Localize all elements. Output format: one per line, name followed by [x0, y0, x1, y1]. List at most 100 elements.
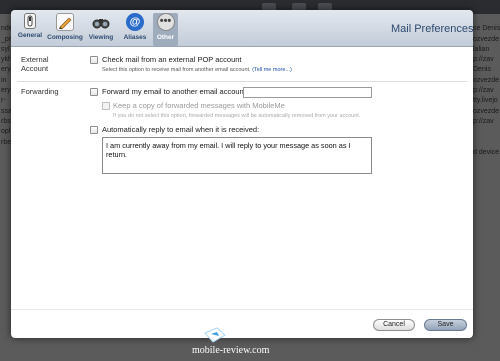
bg-right-row	[473, 210, 500, 220]
ellipsis-icon: •••	[156, 13, 175, 31]
bg-left-row	[0, 189, 11, 199]
cancel-button[interactable]: Cancel	[373, 319, 415, 331]
keep-copy-label: Keep a copy of forwarded messages with M…	[113, 101, 285, 110]
bg-right-row	[473, 323, 500, 333]
background-right-column: se Denis ozvezde lalian p://zav Denis ozvezde…	[473, 14, 500, 361]
auto-reply-textarea[interactable]: I am currently away from my email. I wil…	[102, 137, 372, 174]
external-pop-checkbox[interactable]	[90, 56, 98, 64]
bg-left-row	[0, 220, 11, 230]
bg-right-row	[473, 189, 500, 199]
external-pop-label: Check mail from an external POP account	[102, 55, 242, 64]
pencil-icon	[56, 13, 74, 31]
footer-divider	[11, 309, 473, 310]
tab-viewing[interactable]: Viewing	[86, 13, 116, 46]
auto-reply-label: Automatically reply to email when it is …	[102, 125, 260, 134]
bg-right-row	[473, 313, 500, 323]
forward-email-input[interactable]	[243, 87, 372, 98]
external-pop-hint-text: Select this option to receive mail from …	[102, 67, 251, 73]
mail-preferences-dialog: General Composing Viewing @ Aliases ••• …	[11, 10, 473, 338]
bg-left-row	[0, 261, 11, 271]
bg-left-row	[0, 313, 11, 323]
preferences-toolbar: General Composing Viewing @ Aliases ••• …	[11, 10, 473, 47]
bg-right-row: d device	[473, 148, 500, 156]
keep-copy-checkbox[interactable]	[102, 102, 110, 110]
tab-general-label: General	[17, 32, 43, 39]
bg-right-row	[473, 138, 500, 148]
section-divider	[17, 81, 467, 82]
bg-left-row	[0, 333, 11, 343]
section-label-external-line2: Account	[21, 64, 49, 73]
bg-left-row	[0, 251, 11, 261]
bg-left-row: _pr	[1, 35, 11, 43]
bg-right-row	[473, 199, 500, 209]
bg-right-row	[473, 292, 500, 302]
tab-general[interactable]: General	[15, 13, 45, 46]
binoculars-icon	[92, 13, 110, 31]
bg-right-row	[473, 158, 500, 168]
save-button[interactable]: Save	[424, 319, 467, 331]
bg-right-row: tty.livejo	[473, 97, 498, 105]
forward-label: Forward my email to another email accoun…	[102, 87, 248, 96]
bg-right-row: lalian	[473, 45, 490, 53]
bg-right-row	[473, 333, 500, 343]
bg-left-row	[0, 14, 11, 24]
tell-me-more-link[interactable]: (Tell me more...)	[252, 67, 292, 73]
bg-left-row	[0, 344, 11, 354]
bg-right-row	[473, 220, 500, 230]
section-label-external: External Account	[21, 55, 49, 73]
bg-right-row	[473, 261, 500, 271]
bg-right-row	[473, 230, 500, 240]
bg-left-row	[0, 168, 11, 178]
bg-left-row	[0, 148, 11, 158]
bg-left-row: in	[1, 76, 7, 84]
bg-left-row	[0, 271, 11, 281]
external-pop-hint: Select this option to receive mail from …	[102, 67, 292, 73]
watermark-logo-icon	[203, 327, 227, 343]
bg-right-row	[473, 251, 500, 261]
tab-aliases[interactable]: @ Aliases	[120, 13, 150, 46]
bg-left-row: ssa	[1, 107, 11, 115]
general-switch-icon	[24, 13, 36, 29]
bg-right-row	[473, 302, 500, 312]
bg-left-row	[0, 158, 11, 168]
bg-left-row	[0, 210, 11, 220]
bg-left-row	[0, 199, 11, 209]
section-label-forwarding: Forwarding	[21, 87, 59, 96]
bg-right-row: se Denis	[473, 25, 500, 33]
bg-left-row: syl	[1, 45, 10, 53]
background-left-column: nde _prsyl ykh ery in ery r-ssa rbs opl rbe	[0, 14, 11, 361]
bg-left-row	[0, 302, 11, 312]
bg-left-row: opl	[1, 128, 11, 136]
bg-left-row	[0, 241, 11, 251]
bg-right-row	[473, 344, 500, 354]
bg-left-row	[0, 179, 11, 189]
bg-left-row	[0, 292, 11, 302]
bg-left-row: rbs	[1, 117, 11, 125]
bg-left-row: ykh	[1, 56, 11, 64]
tab-other[interactable]: ••• Other	[153, 13, 178, 46]
tab-aliases-label: Aliases	[123, 34, 147, 41]
tab-composing[interactable]: Composing	[47, 13, 83, 46]
bg-right-row	[473, 179, 500, 189]
bg-right-row	[473, 241, 500, 251]
bg-right-row: Denis	[473, 66, 491, 74]
bg-left-row: nde	[1, 25, 11, 33]
bg-left-row: r-	[1, 97, 6, 105]
bg-left-row: rbe	[1, 138, 11, 146]
bg-left-row	[0, 323, 11, 333]
bg-right-row: p://zav	[473, 87, 494, 95]
bg-right-row: p://zav	[473, 117, 494, 125]
tab-composing-label: Composing	[47, 34, 83, 41]
bg-right-row: p://zav	[473, 56, 494, 64]
bg-left-row: ery	[1, 87, 11, 95]
bg-right-row: ozvezde	[473, 76, 500, 84]
bg-left-row: ery	[1, 66, 11, 74]
keep-copy-hint: If you do not select this option, forwar…	[113, 113, 361, 119]
tab-other-label: Other	[156, 34, 175, 41]
auto-reply-checkbox[interactable]	[90, 126, 98, 134]
forward-checkbox[interactable]	[90, 88, 98, 96]
bg-right-row	[473, 271, 500, 281]
bg-left-row	[0, 230, 11, 240]
dialog-title: Mail Preferences	[391, 23, 473, 35]
bg-right-row: ozvezde	[473, 107, 500, 115]
